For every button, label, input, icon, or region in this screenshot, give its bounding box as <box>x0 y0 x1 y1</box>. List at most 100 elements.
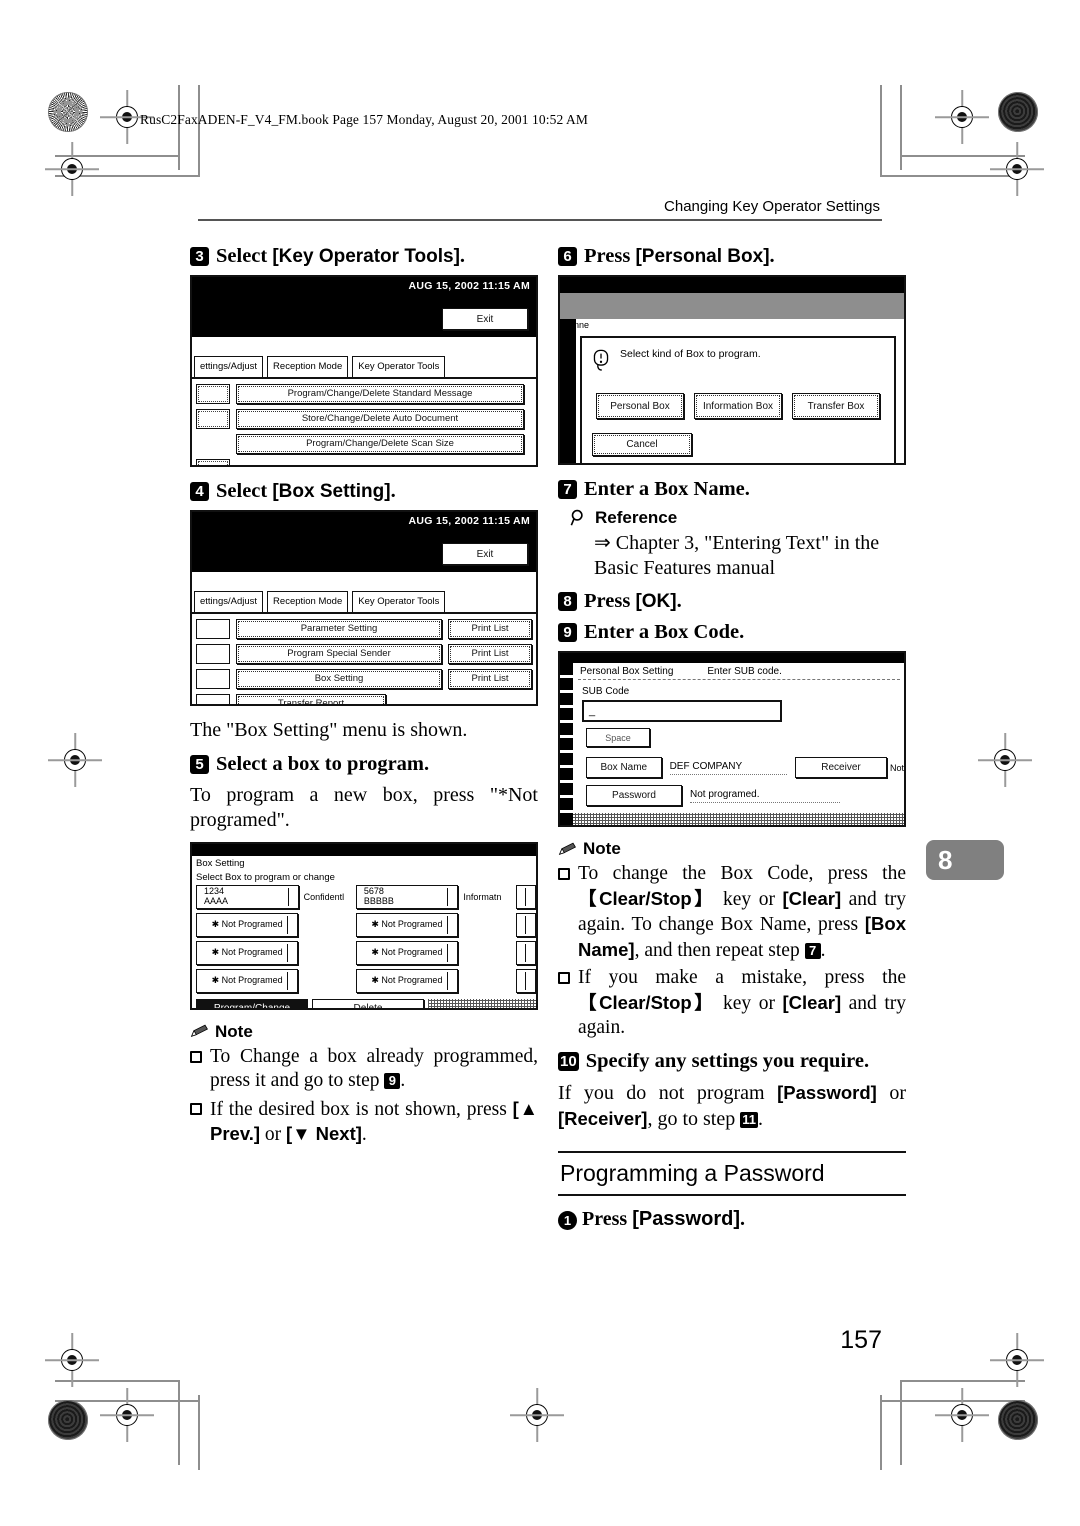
screen6-cancel-button[interactable]: Cancel <box>592 433 692 456</box>
registration-mark-bottom-center <box>520 1398 554 1432</box>
screen9-space-button[interactable]: Space <box>586 728 650 747</box>
screen4-row-box-setting: Box Setting Print List <box>196 668 532 689</box>
header-rule <box>198 219 882 221</box>
screen4-print-list-3[interactable]: Print List <box>448 668 532 689</box>
screen4-stub-2[interactable] <box>196 643 230 664</box>
screen5-box-not-programed-5[interactable]: ✱ Not Programed <box>196 968 299 993</box>
screen5-box-5678[interactable]: 5678 BBBBB <box>355 884 459 909</box>
print-control-patch-top-left <box>48 92 88 132</box>
screen4-tabs[interactable]: ettings/Adjust Reception Mode Key Operat… <box>192 588 536 612</box>
screen6-side-label: hanne <box>564 320 590 330</box>
left-note-item-1: To Change a box already programmed, pres… <box>190 1045 538 1094</box>
screen4-tab-key-operator-tools[interactable]: Key Operator Tools <box>352 591 446 612</box>
screen9-divider <box>578 679 900 680</box>
screen4-button-transfer-report[interactable]: Transfer Report <box>236 693 386 704</box>
screen3-exit-button[interactable]: Exit <box>442 308 528 330</box>
left-column: 3 Select [Key Operator Tools]. AUG 15, 2… <box>190 244 538 1151</box>
screen9-receiver-value: Not <box>889 762 904 773</box>
screen5-box-not-programed-1[interactable]: ✱ Not Programed <box>196 912 299 937</box>
screen4-tab-settings-adjust[interactable]: ettings/Adjust <box>194 591 264 612</box>
screen9-receiver-button[interactable]: Receiver <box>794 757 887 778</box>
screen5-delete-button[interactable]: Delete <box>312 998 424 1008</box>
step-8: 8 Press [OK]. <box>558 589 906 614</box>
screen3-tab-reception-mode[interactable]: Reception Mode <box>267 356 349 377</box>
screen4-titlebar: AUG 15, 2002 11:15 AM <box>192 512 536 538</box>
left-note-item-1-text: To Change a box already programmed, pres… <box>210 1045 538 1092</box>
step-9-text: Enter a Box Code. <box>584 621 745 643</box>
screen3-button-auto-document[interactable]: Store/Change/Delete Auto Document <box>236 408 524 429</box>
screen6-personal-box-button[interactable]: Personal Box <box>596 393 684 419</box>
screen4-row-parameter-setting: Parameter Setting Print List <box>196 618 532 639</box>
screen5-box-row1-overflow[interactable] <box>515 884 536 909</box>
screen5-box-not-programed-2[interactable]: ✱ Not Programed <box>355 912 459 937</box>
screen3-tab-settings-adjust[interactable]: ettings/Adjust <box>194 356 264 377</box>
screen9-header: Personal Box Setting Enter SUB code. <box>574 663 904 679</box>
screen-box-list[interactable]: Box Setting Select Box to program or cha… <box>190 841 538 1010</box>
screen4-print-list-2[interactable]: Print List <box>448 643 532 664</box>
screen-select-box-kind[interactable]: hanne Select kind of Box to program. Per… <box>558 275 906 465</box>
screen5-box-1234[interactable]: 1234 AAAA <box>196 884 299 909</box>
screen-key-operator-tools[interactable]: AUG 15, 2002 11:15 AM Exit ettings/Adjus… <box>190 275 538 467</box>
page-number: 157 <box>840 1326 882 1354</box>
screen5-program-change-button[interactable]: Program/Change <box>196 998 308 1008</box>
screen-personal-box-setting[interactable]: Personal Box Setting Enter SUB code. SUB… <box>558 651 906 827</box>
screen6-dialog-buttons: Personal Box Information Box Transfer Bo… <box>596 393 880 419</box>
screen4-stub-4[interactable] <box>196 693 230 704</box>
screen3-tabs[interactable]: ettings/Adjust Reception Mode Key Operat… <box>192 353 536 377</box>
crop-line-bottom-right-v2 <box>880 1395 882 1470</box>
substep-1-number: 1 <box>558 1210 577 1230</box>
step-4-number: 4 <box>190 482 209 501</box>
registration-mark-bottom-right <box>945 1398 979 1432</box>
screen4-stub-3[interactable] <box>196 668 230 689</box>
screen5-box-row4-overflow[interactable] <box>515 968 536 993</box>
screen3-button-standard-message[interactable]: Program/Change/Delete Standard Message <box>236 383 524 404</box>
right-column: 6 Press [Personal Box]. hanne Select kin… <box>558 244 906 1231</box>
screen3-row-4 <box>196 458 532 465</box>
screen4-print-list-1[interactable]: Print List <box>448 618 532 639</box>
screen4-button-box-setting[interactable]: Box Setting <box>236 668 442 689</box>
screen5-hatched-area <box>428 998 536 1008</box>
screen4-button-parameter-setting[interactable]: Parameter Setting <box>236 618 442 639</box>
screen5-label-information: Informatn <box>463 891 502 902</box>
screen3-row-1: Program/Change/Delete Standard Message <box>196 383 532 404</box>
screen4-button-program-special-sender[interactable]: Program Special Sender <box>236 643 442 664</box>
screen5-label-confidential: Confidentl <box>303 891 345 902</box>
step-9: 9 Enter a Box Code. <box>558 620 906 645</box>
screen6-information-box-button[interactable]: Information Box <box>694 393 782 419</box>
screen3-stub-1[interactable] <box>196 383 230 404</box>
crop-line-bottom-left-v <box>178 1380 180 1465</box>
screen5-box-row-2: ✱ Not Programed ✱ Not Programed <box>196 912 536 937</box>
screen5-box-not-programed-4[interactable]: ✱ Not Programed <box>355 940 459 965</box>
crop-line-top-right-v <box>900 85 902 170</box>
crop-line-top-right-v2 <box>880 85 882 177</box>
screen4-tab-reception-mode[interactable]: Reception Mode <box>267 591 349 612</box>
screen5-box-row2-overflow[interactable] <box>515 912 536 937</box>
screen6-grey-band <box>560 293 904 319</box>
screen5-box-row-4: ✱ Not Programed ✱ Not Programed <box>196 968 536 993</box>
registration-mark-top-right <box>945 100 979 134</box>
print-control-patch-bottom-right <box>998 1400 1038 1440</box>
screen5-box-row3-overflow[interactable] <box>515 940 536 965</box>
right-note-block: Note To change the Box Code, press the 【… <box>558 839 906 1041</box>
screen3-button-scan-size[interactable]: Program/Change/Delete Scan Size <box>236 433 524 454</box>
screen3-stub-4[interactable] <box>196 458 230 465</box>
screen5-box-not-programed-6[interactable]: ✱ Not Programed <box>355 968 459 993</box>
screen6-transfer-box-button[interactable]: Transfer Box <box>792 393 880 419</box>
left-note-item-2-text: If the desired box is not shown, press [… <box>210 1097 538 1146</box>
screen9-sub-code-input[interactable]: _ <box>582 700 782 722</box>
chapter-tab: 8 <box>926 840 1004 880</box>
screen-box-setting-menu[interactable]: AUG 15, 2002 11:15 AM Exit ettings/Adjus… <box>190 510 538 706</box>
right-note-header: Note <box>558 839 906 859</box>
reference-body: ⇒ Chapter 3, "Entering Text" in the Basi… <box>594 532 880 579</box>
screen3-stub-2[interactable] <box>196 408 230 429</box>
screen4-stub-1[interactable] <box>196 618 230 639</box>
registration-mark-bottom-right-upper <box>1000 1343 1034 1377</box>
right-note-item-1: To change the Box Code, press the 【Clear… <box>558 862 906 963</box>
pencil-icon <box>558 842 577 857</box>
screen4-exit-button[interactable]: Exit <box>442 543 528 565</box>
screen9-password-button[interactable]: Password <box>586 785 682 806</box>
screen5-box-not-programed-3[interactable]: ✱ Not Programed <box>196 940 299 965</box>
screen9-box-name-button[interactable]: Box Name <box>586 757 662 778</box>
crop-line-bottom-left-v2 <box>198 1395 200 1470</box>
screen3-tab-key-operator-tools[interactable]: Key Operator Tools <box>352 356 446 377</box>
